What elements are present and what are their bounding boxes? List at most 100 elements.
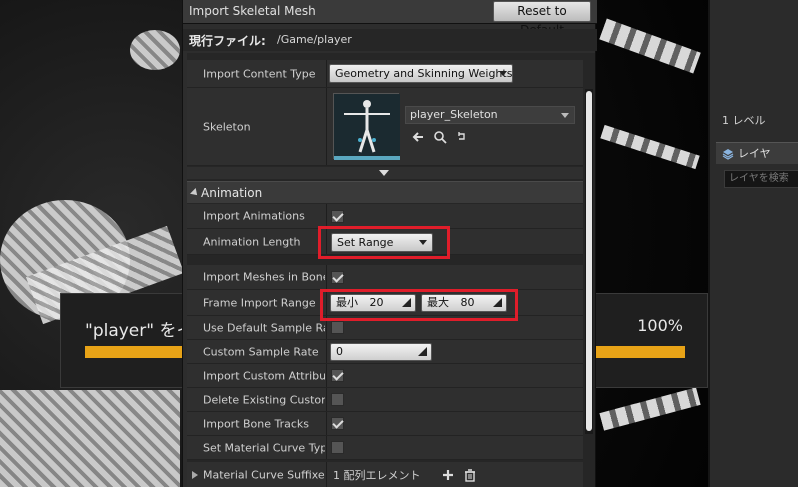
import-animations-checkbox[interactable] xyxy=(331,210,344,223)
expand-arrow-icon xyxy=(379,170,389,176)
tab-layers[interactable]: レイヤ xyxy=(716,142,798,164)
frame-range-min-value: 20 xyxy=(369,296,384,309)
drag-handle-icon xyxy=(418,347,427,356)
viewport-gear-shape xyxy=(0,390,180,487)
import-content-type-label: Import Content Type xyxy=(203,67,316,80)
import-bone-tracks-label: Import Bone Tracks xyxy=(203,417,310,430)
column-divider xyxy=(326,60,327,87)
import-animations-label: Import Animations xyxy=(203,209,305,223)
viewport-sphere-shape xyxy=(130,30,180,70)
row-skeleton: Skeleton player_Skeleton xyxy=(187,88,583,166)
import-meshes-in-bone-hierarchy-checkbox[interactable] xyxy=(331,271,344,284)
animation-length-label: Animation Length xyxy=(203,235,301,248)
reset-to-default-button[interactable]: Reset to Default xyxy=(493,1,591,37)
animation-section-header[interactable]: Animation xyxy=(187,181,583,203)
row-import-meshes-in-bone-hierarchy: Import Meshes in Bone H xyxy=(187,265,583,290)
add-element-icon[interactable] xyxy=(441,468,455,482)
skeleton-value: player_Skeleton xyxy=(410,108,498,121)
progress-title: "player" をイ xyxy=(85,321,194,341)
skeleton-thumbnail[interactable] xyxy=(333,93,400,160)
set-material-curve-type-checkbox[interactable] xyxy=(331,441,344,454)
level-count: 1 レベル xyxy=(722,114,766,127)
outliner-panel: 1 レベル レイヤ レイヤを検索 xyxy=(708,0,798,487)
collapse-caret-icon xyxy=(190,188,200,198)
animation-section-title: Animation xyxy=(201,186,263,200)
animation-length-dropdown[interactable]: Set Range xyxy=(331,233,433,252)
browse-search-icon[interactable] xyxy=(433,130,447,144)
current-file-path: /Game/player xyxy=(277,33,352,46)
tab-layers-label: レイヤ xyxy=(738,147,771,160)
viewport-stripe-shape xyxy=(600,124,700,170)
frame-range-max-value: 80 xyxy=(460,296,475,309)
viewport-stripe-shape xyxy=(599,18,701,74)
import-custom-attribute-checkbox[interactable] xyxy=(331,369,344,382)
custom-sample-rate-label: Custom Sample Rate xyxy=(203,345,319,358)
import-content-type-dropdown[interactable]: Geometry and Skinning Weights. xyxy=(329,64,513,83)
material-curve-suffixes-count: 1 配列エレメント xyxy=(333,468,421,482)
skeleton-dropdown[interactable]: player_Skeleton xyxy=(405,106,575,124)
layers-icon xyxy=(722,149,734,160)
use-selected-asset-icon[interactable] xyxy=(411,130,425,144)
row-material-curve-suffixes: Material Curve Suffixes 1 配列エレメント xyxy=(187,462,583,487)
delete-existing-custom-attribute-label: Delete Existing Custom A xyxy=(203,393,325,406)
current-file-label: 現行ファイル: xyxy=(189,34,266,48)
set-material-curve-type-label: Set Material Curve Type xyxy=(203,441,325,454)
column-divider xyxy=(326,388,327,411)
row-import-animations: Import Animations xyxy=(187,204,583,229)
custom-sample-rate-field[interactable]: 0 xyxy=(330,343,432,361)
advanced-expander[interactable] xyxy=(187,167,583,179)
layer-search-input[interactable]: レイヤを検索 xyxy=(724,170,798,188)
viewport-stripe-shape xyxy=(599,387,701,431)
chevron-down-icon xyxy=(561,113,569,118)
skeleton-label: Skeleton xyxy=(203,120,251,133)
import-meshes-in-bone-hierarchy-label: Import Meshes in Bone H xyxy=(203,270,325,284)
use-default-sample-rate-label: Use Default Sample Rate xyxy=(203,321,325,334)
row-import-custom-attribute: Import Custom Attribute xyxy=(187,364,583,388)
column-divider xyxy=(326,462,327,487)
column-divider xyxy=(326,229,327,254)
dialog-title-bar: Import Skeletal Mesh Reset to Default xyxy=(183,0,597,37)
column-divider xyxy=(326,436,327,459)
current-file-bar: 現行ファイル: /Game/player xyxy=(183,29,597,51)
chevron-down-icon xyxy=(419,240,427,245)
column-divider xyxy=(326,340,327,363)
material-curve-suffixes-label: Material Curve Suffixes xyxy=(203,468,325,481)
row-import-content-type: Import Content Type Geometry and Skinnin… xyxy=(187,60,583,88)
frame-range-max-field[interactable]: 最大 80 xyxy=(421,294,507,312)
column-divider xyxy=(326,316,327,339)
custom-sample-rate-value: 0 xyxy=(336,345,343,358)
column-divider xyxy=(326,364,327,387)
frame-range-min-field[interactable]: 最小 20 xyxy=(330,294,416,312)
frame-import-range-label: Frame Import Range xyxy=(203,296,316,309)
scrollbar-thumb[interactable] xyxy=(586,91,592,431)
trash-icon[interactable] xyxy=(463,468,477,482)
row-frame-import-range: Frame Import Range 最小 20 最大 80 xyxy=(187,290,583,316)
options-scrollbar[interactable] xyxy=(585,89,593,434)
row-use-default-sample-rate: Use Default Sample Rate xyxy=(187,316,583,340)
row-delete-existing-custom-attribute: Delete Existing Custom A xyxy=(187,388,583,412)
import-skeletal-mesh-dialog: Import Skeletal Mesh Reset to Default 現行… xyxy=(182,0,597,487)
column-divider xyxy=(326,88,327,165)
expand-caret-icon[interactable] xyxy=(192,471,198,479)
row-animation-length: Animation Length Set Range xyxy=(187,229,583,255)
options-panel: Import Content Type Geometry and Skinnin… xyxy=(187,53,595,487)
reset-arrow-icon[interactable] xyxy=(455,130,469,144)
chevron-down-icon xyxy=(499,71,507,76)
column-divider xyxy=(326,265,327,289)
import-custom-attribute-label: Import Custom Attribute xyxy=(203,369,325,382)
drag-handle-icon xyxy=(402,298,411,307)
progress-percent: 100% xyxy=(637,316,683,335)
delete-existing-custom-attribute-checkbox[interactable] xyxy=(331,393,344,406)
frame-range-max-label: 最大 xyxy=(427,296,449,309)
skeleton-figure-icon xyxy=(334,94,400,160)
column-divider xyxy=(326,412,327,435)
use-default-sample-rate-checkbox[interactable] xyxy=(331,321,344,334)
column-divider xyxy=(326,204,327,228)
row-import-bone-tracks: Import Bone Tracks xyxy=(187,412,583,436)
dialog-title: Import Skeletal Mesh xyxy=(189,4,316,18)
column-divider xyxy=(326,290,327,315)
row-set-material-curve-type: Set Material Curve Type xyxy=(187,436,583,460)
import-content-type-value: Geometry and Skinning Weights. xyxy=(335,67,513,80)
animation-length-value: Set Range xyxy=(337,236,394,249)
import-bone-tracks-checkbox[interactable] xyxy=(331,417,344,430)
